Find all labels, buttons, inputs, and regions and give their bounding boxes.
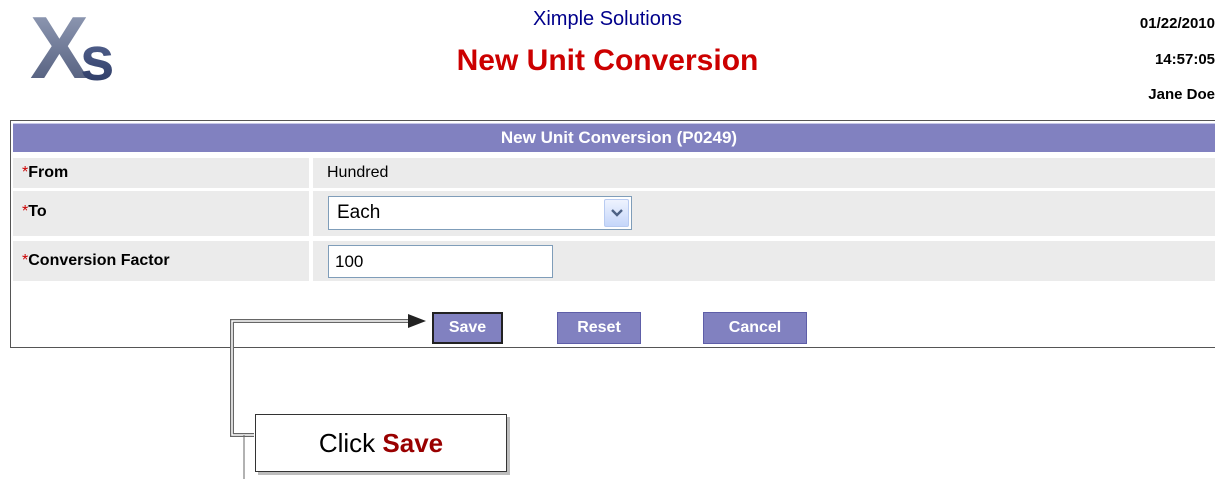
callout-connector xyxy=(230,314,426,479)
callout-prefix: Click xyxy=(318,428,383,458)
callout-emphasis: Save xyxy=(382,428,444,458)
instruction-callout: Click Save xyxy=(255,414,507,472)
arrow-right-icon xyxy=(408,314,426,328)
